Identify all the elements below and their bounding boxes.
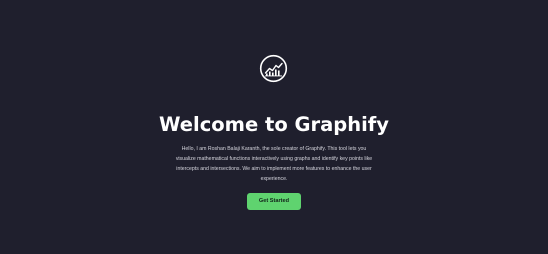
get-started-button[interactable]: Get Started xyxy=(247,193,301,210)
graph-chart-icon xyxy=(259,54,288,83)
intro-text: Hello, I am Roshan Balaji Karanth, the s… xyxy=(175,146,373,182)
page-title: Welcome to Graphify xyxy=(158,113,390,136)
welcome-page: Welcome to Graphify Hello, I am Roshan B… xyxy=(0,0,548,254)
